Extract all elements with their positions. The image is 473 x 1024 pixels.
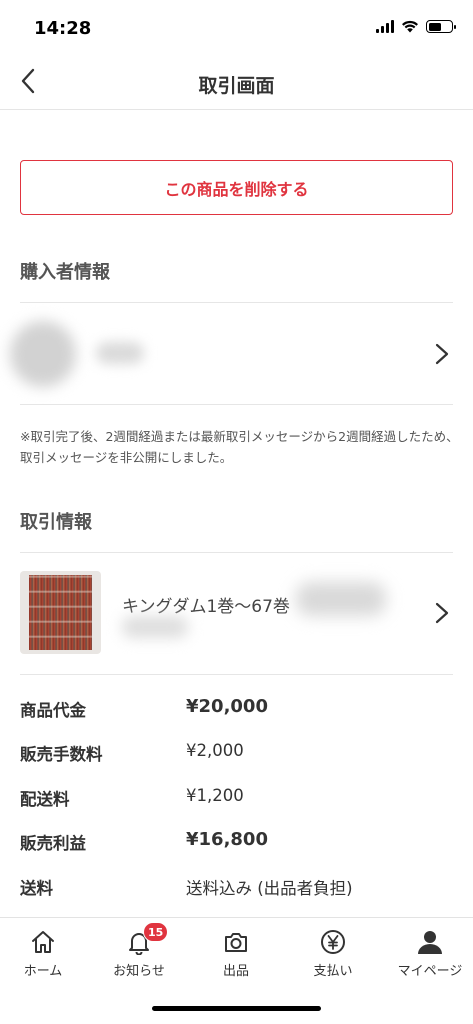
- tab-payment[interactable]: 支払い: [286, 918, 380, 990]
- delete-item-button[interactable]: この商品を削除する: [20, 160, 453, 215]
- price-label: 送料: [20, 879, 53, 898]
- divider: [20, 404, 453, 405]
- tab-label: 支払い: [313, 964, 353, 979]
- buyer-avatar: [10, 321, 76, 387]
- price-row-shipping-terms: 送料 送料込み (出品者負担): [20, 875, 453, 899]
- price-value: ¥16,800: [186, 829, 268, 850]
- tab-label: ホーム: [23, 964, 63, 979]
- price-label: 販売手数料: [20, 745, 103, 764]
- price-value: 送料込み (出品者負担): [186, 879, 353, 898]
- price-value: ¥20,000: [186, 696, 268, 717]
- buyer-row[interactable]: [0, 304, 473, 404]
- bell-icon: 15: [125, 922, 169, 956]
- tab-label: お知らせ: [113, 964, 165, 979]
- tab-mypage[interactable]: マイページ: [383, 918, 473, 990]
- cellular-signal-icon: [376, 20, 394, 33]
- price-label: 商品代金: [20, 701, 86, 720]
- status-bar: 14:28: [0, 0, 473, 52]
- price-label: 販売利益: [20, 834, 86, 853]
- wifi-icon: [402, 20, 418, 33]
- transaction-info-heading: 取引情報: [20, 512, 92, 533]
- status-time: 14:28: [34, 18, 92, 39]
- product-name: キングダム1巻〜67巻: [122, 597, 290, 617]
- divider: [20, 552, 453, 553]
- divider: [20, 674, 453, 675]
- camera-icon: [222, 928, 250, 956]
- notice-text: ※取引完了後、2週間経過または最新取引メッセージから2週間経過したため、取引メッ…: [20, 429, 459, 465]
- product-name-redacted: [122, 616, 188, 638]
- tab-notifications[interactable]: 15 お知らせ: [92, 918, 186, 990]
- product-name-redacted: [296, 582, 386, 616]
- price-row-sales-fee: 販売手数料 ¥2,000: [20, 741, 453, 765]
- buyer-info-heading: 購入者情報: [20, 262, 110, 283]
- page-title: 取引画面: [198, 75, 275, 97]
- home-indicator: [152, 1006, 321, 1011]
- divider: [20, 302, 453, 303]
- person-icon: [416, 928, 444, 956]
- product-row[interactable]: キングダム1巻〜67巻: [0, 554, 473, 674]
- chevron-right-icon: [435, 343, 449, 365]
- tab-home[interactable]: ホーム: [0, 918, 90, 990]
- status-icons: [376, 20, 456, 33]
- tab-label: マイページ: [397, 964, 463, 979]
- tab-sell[interactable]: 出品: [189, 918, 283, 990]
- price-value: ¥2,000: [186, 741, 244, 760]
- chevron-right-icon: [435, 602, 449, 624]
- price-row-profit: 販売利益 ¥16,800: [20, 829, 453, 854]
- buyer-name-redacted: [96, 342, 144, 364]
- home-icon: [29, 928, 57, 956]
- notification-badge: 15: [143, 922, 169, 942]
- product-thumbnail: [20, 571, 101, 654]
- price-row-shipping: 配送料 ¥1,200: [20, 786, 453, 810]
- yen-icon: [319, 928, 347, 956]
- battery-icon: [426, 20, 456, 33]
- navigation-bar: 取引画面: [0, 52, 473, 110]
- price-label: 配送料: [20, 790, 70, 809]
- tab-bar: ホーム 15 お知らせ 出品 支払い マイページ: [0, 917, 473, 989]
- price-value: ¥1,200: [186, 786, 244, 805]
- price-row-item-price: 商品代金 ¥20,000: [20, 696, 453, 721]
- tab-label: 出品: [222, 964, 249, 979]
